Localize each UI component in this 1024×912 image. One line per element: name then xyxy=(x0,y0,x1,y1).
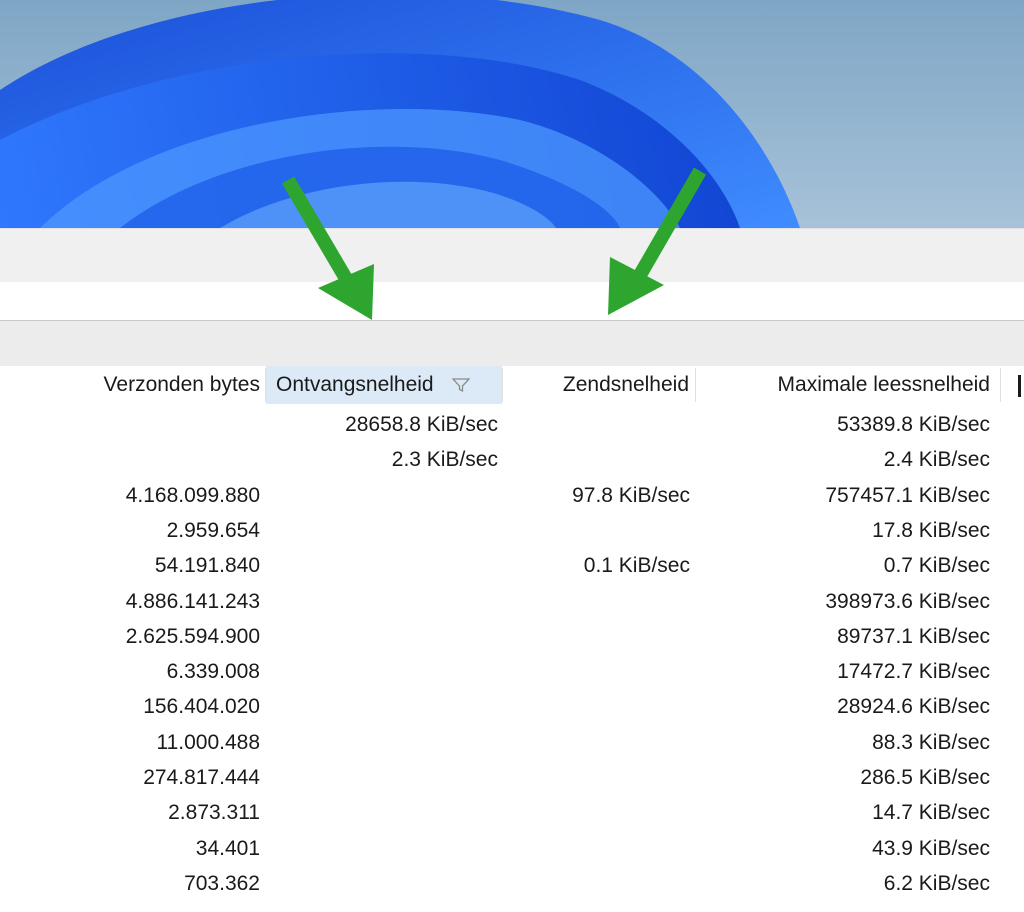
cell-maximale-leessnelheid: 2.4 KiB/sec xyxy=(883,448,990,472)
cell-verzonden-bytes: 34.401 xyxy=(195,836,260,860)
cell-ontvangsnelheid xyxy=(266,866,498,901)
cell-ontvangsnelheid xyxy=(266,478,498,513)
desktop-wallpaper xyxy=(0,0,1024,228)
cell-verzonden-bytes xyxy=(70,407,260,442)
green-arrow-icon xyxy=(608,167,707,315)
column-header-verzonden-bytes[interactable]: Verzonden bytes xyxy=(70,366,264,404)
table-row[interactable]: 2.3 KiB/sec 2.4 KiB/sec xyxy=(0,442,1024,477)
cell-maximale-leessnelheid: 757457.1 KiB/sec xyxy=(825,483,990,507)
cell-maximale-leessnelheid: 53389.8 KiB/sec xyxy=(837,413,990,436)
table-row[interactable]: 4.886.141.243 398973.6 KiB/sec xyxy=(0,584,1024,619)
cell-maximale-leessnelheid: 28924.6 KiB/sec xyxy=(837,695,990,719)
cell-zendsnelheid xyxy=(503,619,690,654)
cell-zendsnelheid xyxy=(503,442,690,477)
cell-maximale-leessnelheid: 88.3 KiB/sec xyxy=(872,730,990,754)
column-separator[interactable] xyxy=(1000,368,1001,402)
cell-zendsnelheid: 0.1 KiB/sec xyxy=(583,554,690,578)
cell-zendsnelheid xyxy=(503,866,690,901)
cell-zendsnelheid: 97.8 KiB/sec xyxy=(572,483,690,507)
next-column-header-edge[interactable] xyxy=(1018,375,1021,397)
column-header-label: Ontvangsnelheid xyxy=(276,373,434,396)
cell-maximale-leessnelheid: 0.7 KiB/sec xyxy=(883,554,990,578)
table-row[interactable]: 54.191.840 0.1 KiB/sec 0.7 KiB/sec xyxy=(0,548,1024,583)
cell-zendsnelheid xyxy=(503,654,690,689)
cell-ontvangsnelheid xyxy=(266,548,498,583)
cell-maximale-leessnelheid: 89737.1 KiB/sec xyxy=(837,624,990,648)
filter-icon[interactable] xyxy=(451,377,470,393)
toolbar-area xyxy=(0,228,1024,283)
wallpaper-bloom xyxy=(0,0,800,228)
column-header-ontvangsnelheid[interactable]: Ontvangsnelheid xyxy=(266,366,502,404)
cell-zendsnelheid xyxy=(503,831,690,866)
cell-maximale-leessnelheid: 398973.6 KiB/sec xyxy=(825,589,990,613)
cell-maximale-leessnelheid: 17.8 KiB/sec xyxy=(872,518,990,542)
cell-verzonden-bytes: 6.339.008 xyxy=(166,660,260,684)
cell-verzonden-bytes: 2.959.654 xyxy=(166,518,260,542)
column-header-label: Maximale leessnelheid xyxy=(777,373,990,396)
cell-maximale-leessnelheid: 14.7 KiB/sec xyxy=(872,801,990,825)
group-header-bar xyxy=(0,320,1024,367)
cell-verzonden-bytes: 11.000.488 xyxy=(156,730,260,754)
column-header-maximale-leessnelheid[interactable]: Maximale leessnelheid xyxy=(696,366,994,404)
cell-zendsnelheid xyxy=(503,725,690,760)
table-row[interactable]: 4.168.099.880 97.8 KiB/sec 757457.1 KiB/se… xyxy=(0,478,1024,513)
table-row[interactable]: 703.362 6.2 KiB/sec xyxy=(0,866,1024,901)
table-row[interactable]: 2.959.654 17.8 KiB/sec xyxy=(0,513,1024,548)
column-header-zendsnelheid[interactable]: Zendsnelheid xyxy=(503,366,695,404)
column-header-label: Zendsnelheid xyxy=(562,373,689,396)
cell-ontvangsnelheid xyxy=(266,760,498,795)
table-row[interactable]: 11.000.488 88.3 KiB/sec xyxy=(0,725,1024,760)
cell-zendsnelheid xyxy=(503,584,690,619)
cell-ontvangsnelheid xyxy=(266,689,498,724)
table-row[interactable]: 274.817.444 286.5 KiB/sec xyxy=(0,760,1024,795)
search-area xyxy=(0,282,1024,320)
table-row[interactable]: 28658.8 KiB/sec 53389.8 KiB/sec xyxy=(0,407,1024,442)
cell-zendsnelheid xyxy=(503,513,690,548)
cell-maximale-leessnelheid: 6.2 KiB/sec xyxy=(883,871,990,895)
table-row[interactable]: 2.625.594.900 89737.1 KiB/sec xyxy=(0,619,1024,654)
cell-maximale-leessnelheid: 286.5 KiB/sec xyxy=(860,766,990,789)
cell-ontvangsnelheid xyxy=(266,619,498,654)
cell-ontvangsnelheid xyxy=(266,584,498,619)
cell-ontvangsnelheid: 2.3 KiB/sec xyxy=(391,448,498,472)
cell-ontvangsnelheid xyxy=(266,513,498,548)
cell-zendsnelheid xyxy=(503,795,690,830)
cell-verzonden-bytes: 2.873.311 xyxy=(168,801,260,825)
cell-verzonden-bytes: 4.168.099.880 xyxy=(125,483,260,507)
cell-verzonden-bytes: 2.625.594.900 xyxy=(125,624,260,648)
cell-ontvangsnelheid: 28658.8 KiB/sec xyxy=(345,413,498,436)
cell-verzonden-bytes: 54.191.840 xyxy=(154,554,260,578)
table-row[interactable]: 34.401 43.9 KiB/sec xyxy=(0,831,1024,866)
table-row[interactable]: 2.873.311 14.7 KiB/sec xyxy=(0,795,1024,830)
process-table: Verzonden bytes Ontvangsnelheid Zendsnel… xyxy=(0,366,1024,912)
cell-verzonden-bytes: 703.362 xyxy=(184,871,260,895)
cell-verzonden-bytes xyxy=(70,442,260,477)
cell-ontvangsnelheid xyxy=(266,725,498,760)
cell-verzonden-bytes: 4.886.141.243 xyxy=(125,589,260,613)
column-header-label: Verzonden bytes xyxy=(103,373,260,396)
cell-ontvangsnelheid xyxy=(266,795,498,830)
cell-zendsnelheid xyxy=(503,760,690,795)
cell-ontvangsnelheid xyxy=(266,831,498,866)
table-row[interactable]: 6.339.008 17472.7 KiB/sec xyxy=(0,654,1024,689)
cell-verzonden-bytes: 274.817.444 xyxy=(143,766,260,789)
green-arrow-icon xyxy=(281,176,374,320)
cell-ontvangsnelheid xyxy=(266,654,498,689)
cell-maximale-leessnelheid: 17472.7 KiB/sec xyxy=(837,660,990,684)
cell-zendsnelheid xyxy=(503,689,690,724)
cell-zendsnelheid xyxy=(503,407,690,442)
cell-maximale-leessnelheid: 43.9 KiB/sec xyxy=(872,836,990,860)
table-row[interactable]: 156.404.020 28924.6 KiB/sec xyxy=(0,689,1024,724)
cell-verzonden-bytes: 156.404.020 xyxy=(143,695,260,719)
